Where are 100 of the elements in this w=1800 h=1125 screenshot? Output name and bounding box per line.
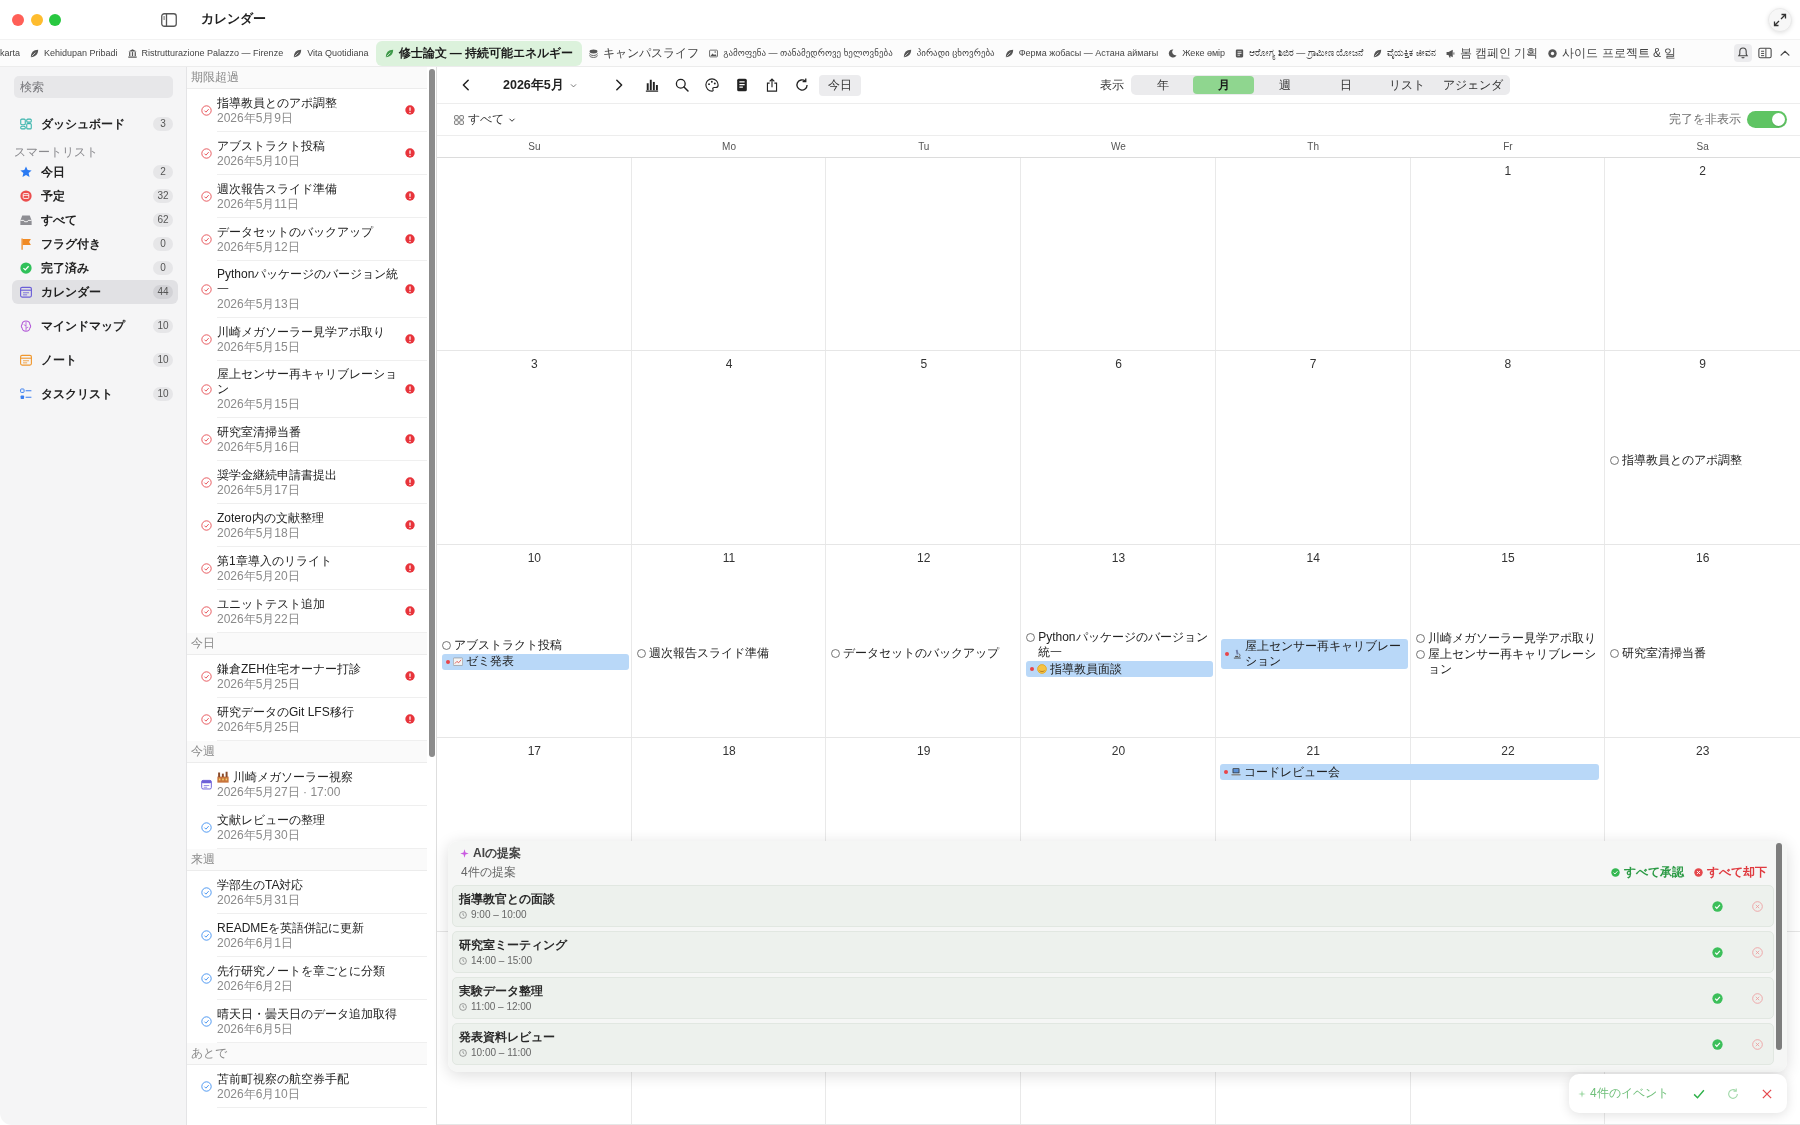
sidebar-item[interactable]: すべて 62 [12, 208, 178, 232]
tab[interactable]: გამოფენა — თანამედროვე ხელოვნება [709, 45, 893, 61]
month-picker[interactable]: 2026年5月 [503, 76, 578, 94]
tab[interactable]: Vita Quotidiana [293, 45, 369, 61]
circle-icon[interactable] [1610, 649, 1620, 659]
task-row[interactable]: 屋上センサー再キャリブレーション 2026年5月15日 [187, 361, 427, 418]
search-icon[interactable] [674, 78, 689, 92]
view-tab[interactable]: 月 [1193, 76, 1254, 94]
sidebar-item[interactable]: 予定 32 [12, 184, 178, 208]
check-icon[interactable] [1693, 1087, 1705, 1100]
tab[interactable]: 사이드 프로젝트 & 일 [1548, 41, 1677, 65]
event-bar[interactable]: コードレビュー会 [1219, 764, 1600, 781]
view-tab[interactable]: 週 [1254, 76, 1315, 94]
task-row[interactable]: 苫前町視察の航空券手配 2026年6月10日 [187, 1065, 427, 1108]
x-circle-icon[interactable] [1752, 1038, 1763, 1050]
task-row[interactable]: 週次報告スライド準備 2026年5月11日 [187, 175, 427, 218]
check-circle-icon[interactable] [201, 1081, 212, 1092]
check-circle-icon[interactable] [201, 887, 212, 898]
scrollbar-thumb[interactable] [1776, 843, 1782, 1050]
sidebar-item[interactable]: 完了済み 0 [12, 256, 178, 280]
sidebar-item[interactable]: ノート 10 [12, 348, 178, 372]
task-row[interactable]: 第1章導入のリライト 2026年5月20日 [187, 547, 427, 590]
task-row[interactable]: アブストラクト投稿 2026年5月10日 [187, 132, 427, 175]
tab[interactable]: 봄 캠페인 기획 [1445, 41, 1539, 65]
close-icon[interactable] [1761, 1087, 1773, 1100]
task-row[interactable]: 川崎メガソーラー視察 2026年5月27日 · 17:00 [187, 763, 427, 806]
x-circle-icon[interactable] [1752, 946, 1763, 958]
calendar-icon[interactable] [201, 779, 212, 790]
filter-button[interactable]: すべて [454, 111, 516, 128]
view-tab[interactable]: アジェンダ [1437, 76, 1509, 94]
check-circle-icon[interactable] [201, 148, 212, 159]
check-circle-icon[interactable] [1712, 992, 1723, 1004]
check-circle-icon[interactable] [201, 234, 212, 245]
circle-icon[interactable] [636, 649, 646, 659]
refresh-icon[interactable] [794, 78, 809, 92]
check-circle-icon[interactable] [201, 973, 212, 984]
check-circle-icon[interactable] [201, 520, 212, 531]
task-row[interactable]: Zotero内の文献整理 2026年5月18日 [187, 504, 427, 547]
tab[interactable]: キャンパスライフ [589, 41, 700, 65]
task-row[interactable]: READMEを英語併記に更新 2026年6月1日 [187, 914, 427, 957]
circle-icon[interactable] [1415, 650, 1425, 659]
circle-icon[interactable] [831, 649, 841, 659]
search-field[interactable]: 検索 [14, 76, 173, 98]
task-row[interactable]: 研究室清掃当番 2026年5月16日 [187, 418, 427, 461]
check-circle-icon[interactable] [1712, 900, 1723, 912]
tab[interactable]: 修士論文 — 持続可能エネルギー [375, 40, 583, 66]
task-row[interactable]: 先行研究ノートを章ごとに分類 2026年6月2日 [187, 957, 427, 1000]
check-circle-icon[interactable] [201, 191, 212, 202]
view-tab[interactable]: 日 [1315, 76, 1376, 94]
check-circle-icon[interactable] [201, 477, 212, 488]
sidebar-item[interactable]: 今日 2 [12, 160, 178, 184]
tab[interactable]: karta [0, 45, 20, 61]
close-icon[interactable] [12, 13, 24, 26]
share-icon[interactable] [764, 78, 779, 92]
tab[interactable]: ವೈಯಕ್ತಿಕ ಜೀವನ [1373, 44, 1436, 62]
tab[interactable]: პირადი ცხოვრება [902, 45, 995, 61]
check-circle-icon[interactable] [201, 714, 212, 725]
task-row[interactable]: 学部生のTA対応 2026年5月31日 [187, 871, 427, 914]
x-circle-icon[interactable] [1752, 992, 1763, 1004]
task-row[interactable]: Pythonパッケージのバージョン統一 2026年5月13日 [187, 261, 427, 318]
check-circle-icon[interactable] [201, 105, 212, 116]
check-circle-icon[interactable] [201, 334, 212, 345]
check-circle-icon[interactable] [201, 563, 212, 574]
task-row[interactable]: 川崎メガソーラー見学アポ取り 2026年5月15日 [187, 318, 427, 361]
view-tab[interactable]: 年 [1132, 76, 1193, 94]
tab[interactable]: Kehidupan Pribadi [30, 45, 118, 61]
task-row[interactable]: データセットのバックアップ 2026年5月12日 [187, 218, 427, 261]
fullscreen-icon[interactable] [49, 13, 61, 26]
scrollbar-thumb[interactable] [428, 69, 435, 757]
check-circle-icon[interactable] [1712, 1038, 1723, 1050]
circle-icon[interactable] [1026, 633, 1036, 643]
task-row[interactable]: 奨学金継続申請書提出 2026年5月17日 [187, 461, 427, 504]
sidebar-item[interactable]: マインドマップ 10 [12, 314, 178, 338]
tab[interactable]: Ферма жобасы — Астана аймағы [1004, 45, 1159, 61]
today-button[interactable]: 今日 [818, 74, 861, 96]
sidebar-item[interactable]: フラグ付き 0 [12, 232, 178, 256]
task-row[interactable]: 鎌倉ZEH住宅オーナー打診 2026年5月25日 [187, 655, 427, 698]
sidebar-item[interactable]: カレンダー 44 [12, 280, 178, 304]
toggle-switch[interactable] [1747, 111, 1787, 128]
tab[interactable]: Ristrutturazione Palazzo — Firenze [127, 45, 284, 61]
check-circle-icon[interactable] [201, 1016, 212, 1027]
tab[interactable]: ಆರೋಗ್ಯ ಶಿಬಿರ — ಗ್ರಾಮೀಣ ಯೋಜನೆ [1235, 44, 1364, 62]
check-circle-icon[interactable] [1712, 946, 1723, 958]
event-bar[interactable]: ゼミ発表 [442, 654, 629, 670]
event-bar[interactable]: 指導教員面談 [1026, 661, 1213, 678]
sidebar-item[interactable]: ダッシュボード 3 [12, 112, 178, 136]
panel-icon[interactable] [1758, 46, 1772, 60]
x-circle-icon[interactable] [1752, 900, 1763, 912]
tab[interactable]: Жеке өмір [1168, 45, 1226, 61]
expand-icon[interactable] [1768, 7, 1792, 32]
check-circle-icon[interactable] [201, 822, 212, 833]
circle-icon[interactable] [1610, 456, 1620, 466]
check-circle-icon[interactable] [201, 671, 212, 682]
circle-icon[interactable] [1415, 634, 1425, 643]
check-circle-icon[interactable] [201, 384, 212, 395]
circle-icon[interactable] [442, 641, 451, 650]
event-bar[interactable]: 屋上センサー再キャリブレーション [1220, 639, 1408, 669]
check-circle-icon[interactable] [201, 606, 212, 617]
view-tab[interactable]: リスト [1376, 76, 1437, 94]
bell-icon[interactable] [1734, 44, 1752, 62]
